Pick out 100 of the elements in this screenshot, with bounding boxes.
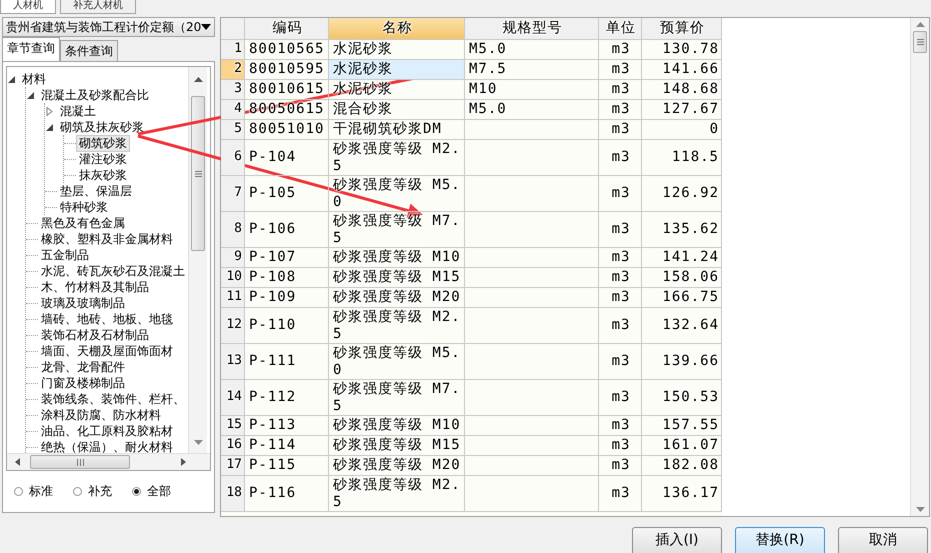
table-cell: 166.75 — [642, 288, 722, 308]
tree-item[interactable]: 特种砂浆 — [57, 198, 111, 216]
row-number[interactable]: 15 — [221, 416, 245, 436]
tree-item[interactable]: 砌筑砂浆 — [76, 134, 130, 152]
column-header[interactable]: 预算价 — [642, 18, 722, 40]
scrollbar[interactable] — [7, 453, 210, 470]
radio-button[interactable] — [73, 487, 82, 496]
row-number[interactable]: 18 — [221, 476, 245, 512]
column-header[interactable]: 单位 — [599, 18, 642, 40]
table-cell: 80010615 — [245, 80, 329, 100]
tree-item[interactable]: 玻璃及玻璃制品 — [38, 294, 128, 312]
row-number[interactable]: 1 — [221, 40, 245, 60]
table-cell: 161.07 — [642, 436, 722, 456]
table-cell: P-108 — [245, 268, 329, 288]
column-header[interactable]: 规格型号 — [465, 18, 599, 40]
scrollbar[interactable] — [910, 18, 929, 516]
table-cell: m3 — [599, 380, 642, 416]
row-number[interactable]: 4 — [221, 100, 245, 120]
row-number[interactable]: 9 — [221, 248, 245, 268]
tree-item[interactable]: 橡胶、塑料及非金属材料 — [38, 230, 176, 248]
tree-item[interactable]: 砌筑及抹灰砂浆 — [57, 118, 147, 136]
scroll-up-arrow-icon[interactable] — [194, 77, 202, 82]
radio-label[interactable]: 标准 — [29, 483, 53, 500]
collapse-triangle-icon[interactable] — [45, 122, 54, 132]
table-cell: P-114 — [245, 436, 329, 456]
tree-item[interactable]: 门窗及楼梯制品 — [38, 374, 128, 392]
scrollbar-thumb[interactable] — [30, 455, 130, 469]
scroll-down-arrow-icon[interactable] — [916, 507, 924, 512]
table-cell: 118.5 — [642, 140, 722, 176]
table-cell: P-105 — [245, 176, 329, 212]
collapse-triangle-icon[interactable] — [26, 90, 35, 100]
tree-item[interactable]: 装饰石材及石材制品 — [38, 326, 152, 344]
radio-button[interactable] — [14, 487, 23, 496]
dialog-button[interactable]: 替换(R) — [735, 527, 825, 553]
tree-item[interactable]: 黑色及有色金属 — [38, 214, 128, 232]
row-number[interactable]: 12 — [221, 308, 245, 344]
tree-item[interactable]: 装饰线条、装饰件、栏杆、 — [38, 390, 188, 408]
table-cell: M7.5 — [465, 60, 599, 80]
tree-item[interactable]: 材料 — [19, 70, 49, 88]
row-number[interactable]: 17 — [221, 456, 245, 476]
tree-item[interactable]: 混凝土及砂浆配合比 — [38, 86, 152, 104]
row-number[interactable]: 8 — [221, 212, 245, 248]
tree-item[interactable]: 墙砖、地砖、地板、地毯 — [38, 310, 176, 328]
scroll-right-arrow-icon[interactable] — [181, 458, 186, 466]
tree-item[interactable]: 抹灰砂浆 — [76, 166, 130, 184]
tree-item[interactable]: 木、竹材料及其制品 — [38, 278, 152, 296]
tree-item[interactable]: 混凝土 — [57, 102, 99, 120]
tree-item[interactable]: 水泥、砖瓦灰砂石及混凝土 — [38, 262, 188, 280]
tree-item[interactable]: 龙骨、龙骨配件 — [38, 358, 128, 376]
library-dropdown[interactable]: 贵州省建筑与装饰工程计价定额（20 — [2, 17, 215, 37]
table-cell: m3 — [599, 60, 642, 80]
table-cell: m3 — [599, 120, 642, 140]
row-number[interactable]: 13 — [221, 344, 245, 380]
row-number[interactable]: 14 — [221, 380, 245, 416]
tree-item[interactable]: 灌注砂浆 — [76, 150, 130, 168]
scrollbar-thumb[interactable] — [913, 31, 927, 53]
tree-item[interactable]: 绝热（保温）、耐火材料 — [38, 438, 176, 453]
table-cell: P-112 — [245, 380, 329, 416]
table-cell: 砂浆强度等级 M20 — [329, 456, 465, 476]
tab[interactable]: 条件查询 — [60, 40, 118, 61]
table-cell: M10 — [465, 80, 599, 100]
table-cell: 砂浆强度等级 M7.5 — [329, 380, 465, 416]
table-cell: 150.53 — [642, 380, 722, 416]
tree-item[interactable]: 垫层、保温层 — [57, 182, 135, 200]
tab[interactable]: 章节查询 — [2, 37, 60, 61]
scroll-up-arrow-icon[interactable] — [916, 22, 924, 27]
column-header[interactable]: 名称 — [329, 18, 465, 40]
row-number[interactable]: 6 — [221, 140, 245, 176]
dialog-button[interactable]: 取消 — [838, 527, 928, 553]
table-cell: P-110 — [245, 308, 329, 344]
expand-triangle-icon[interactable] — [45, 106, 54, 116]
tab[interactable]: 人材机 — [0, 0, 56, 14]
row-number[interactable]: 2 — [221, 60, 245, 80]
row-number[interactable]: 16 — [221, 436, 245, 456]
tree-item[interactable]: 涂料及防腐、防水材料 — [38, 406, 164, 424]
row-number[interactable]: 3 — [221, 80, 245, 100]
scroll-down-arrow-icon[interactable] — [194, 440, 202, 445]
tree-item[interactable]: 墙面、天棚及屋面饰面材 — [38, 342, 176, 360]
radio-label[interactable]: 全部 — [147, 483, 171, 500]
scrollbar-thumb[interactable] — [191, 96, 205, 251]
row-number[interactable]: 7 — [221, 176, 245, 212]
scrollbar[interactable] — [188, 67, 207, 453]
table-cell: 干混砌筑砂浆DM — [329, 120, 465, 140]
scroll-left-arrow-icon[interactable] — [15, 458, 20, 466]
table-cell: 砂浆强度等级 M2.5 — [329, 140, 465, 176]
tree-item[interactable]: 五金制品 — [38, 246, 92, 264]
table-cell: 126.92 — [642, 176, 722, 212]
radio-label[interactable]: 补充 — [88, 483, 112, 500]
dialog-button[interactable]: 插入(I) — [632, 527, 722, 553]
row-number[interactable]: 10 — [221, 268, 245, 288]
tree-item[interactable]: 油品、化工原料及胶粘材 — [38, 422, 176, 440]
table-cell: 砂浆强度等级 M5.0 — [329, 344, 465, 380]
collapse-triangle-icon[interactable] — [7, 74, 16, 84]
table-cell: P-109 — [245, 288, 329, 308]
radio-button[interactable] — [132, 487, 141, 496]
table-cell: m3 — [599, 476, 642, 512]
row-number[interactable]: 5 — [221, 120, 245, 140]
table-cell: 砂浆强度等级 M2.5 — [329, 476, 465, 512]
column-header[interactable]: 编码 — [245, 18, 329, 40]
row-number[interactable]: 11 — [221, 288, 245, 308]
